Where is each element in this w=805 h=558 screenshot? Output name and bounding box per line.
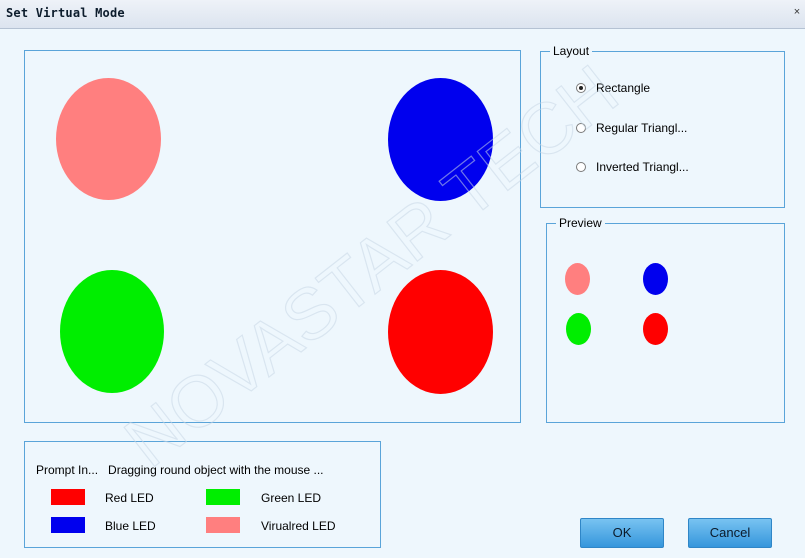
red-led-label: Red LED (105, 491, 154, 505)
red-led-circle[interactable] (388, 270, 493, 394)
blue-led-circle[interactable] (388, 78, 493, 201)
preview-virtual-red-dot (565, 263, 590, 295)
preview-group-label: Preview (556, 215, 605, 231)
window-title: Set Virtual Mode (6, 6, 125, 20)
radio-rectangle-label: Rectangle (596, 81, 651, 95)
title-bar: Set Virtual Mode × (0, 0, 805, 29)
cancel-button[interactable]: Cancel (688, 518, 772, 548)
prompt-title: Prompt In... (36, 463, 99, 477)
ok-button[interactable]: OK (580, 518, 664, 548)
radio-inverted-triangle[interactable]: Inverted Triangl... (576, 158, 689, 176)
radio-button[interactable] (576, 162, 586, 172)
radio-regular-triangle[interactable]: Regular Triangl... (576, 119, 687, 137)
radio-button-checked[interactable] (576, 83, 586, 93)
close-icon[interactable]: × (791, 5, 803, 19)
layout-group-label: Layout (550, 43, 593, 59)
preview-red-dot (643, 313, 668, 345)
red-led-swatch (51, 489, 85, 505)
blue-led-swatch (51, 517, 85, 533)
preview-green-dot (566, 313, 591, 345)
layout-group: Layout Rectangle Regular Triangl... Inve… (540, 43, 785, 208)
prompt-line: Prompt In... Dragging round object with … (36, 463, 324, 477)
green-led-label: Green LED (261, 491, 322, 505)
radio-regular-triangle-label: Regular Triangl... (596, 121, 688, 135)
virtual-red-led-label: Virualred LED (261, 519, 336, 533)
prompt-info-box: Prompt In... Dragging round object with … (24, 441, 381, 548)
radio-inverted-triangle-label: Inverted Triangl... (596, 160, 689, 174)
blue-led-label: Blue LED (105, 519, 156, 533)
radio-button[interactable] (576, 123, 586, 133)
preview-blue-dot (643, 263, 668, 295)
virtual-red-led-swatch (206, 517, 240, 533)
green-led-swatch (206, 489, 240, 505)
led-canvas[interactable] (24, 50, 521, 423)
radio-rectangle[interactable]: Rectangle (576, 79, 650, 97)
green-led-circle[interactable] (60, 270, 164, 393)
preview-group: Preview (546, 215, 785, 423)
virtual-red-led-circle[interactable] (56, 78, 161, 200)
prompt-message: Dragging round object with the mouse ... (108, 463, 324, 477)
